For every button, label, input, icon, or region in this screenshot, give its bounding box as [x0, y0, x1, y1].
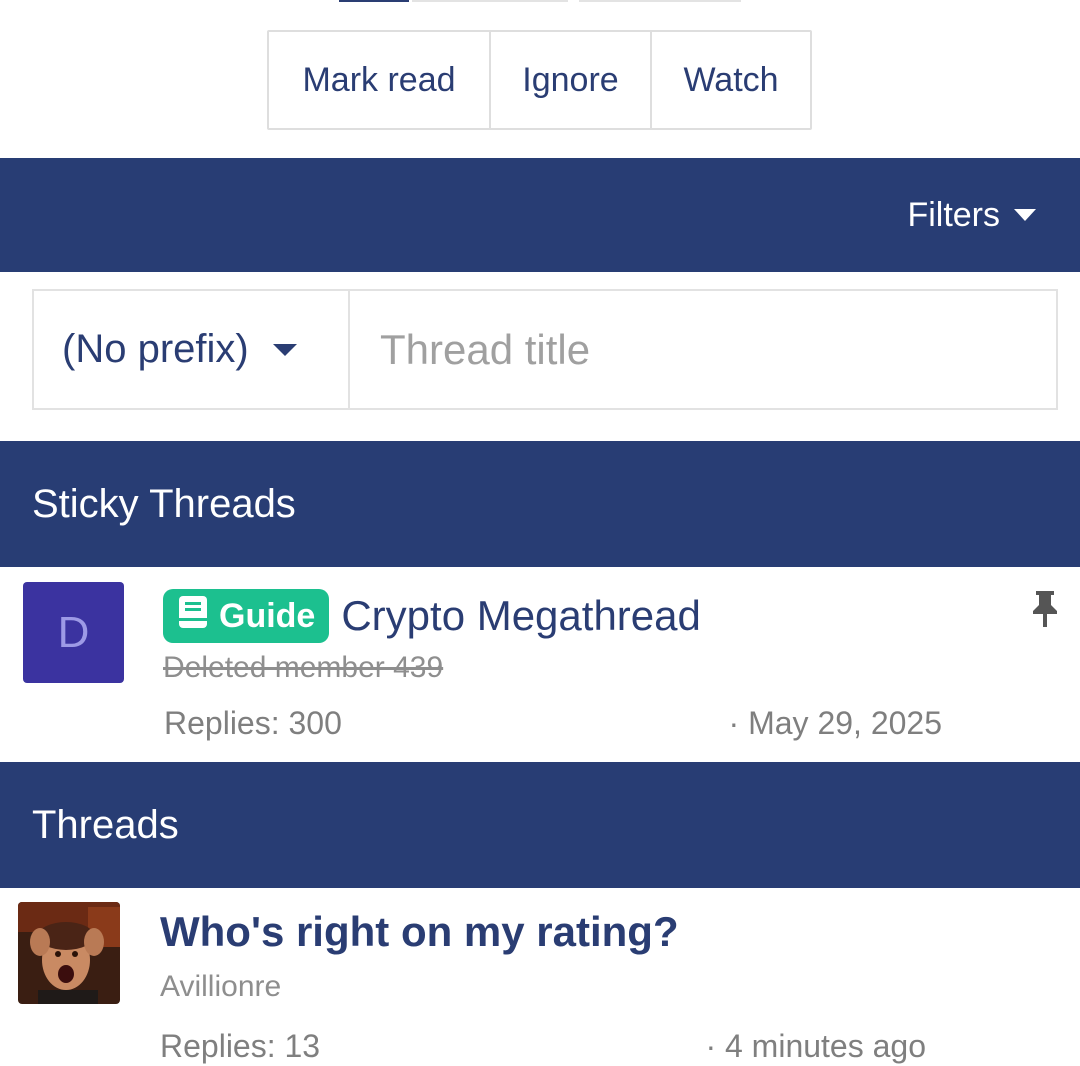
- thread-item: Who's right on my rating? Avillionre Rep…: [0, 888, 1080, 1066]
- reply-count: Replies: 13: [160, 1028, 321, 1064]
- watch-button[interactable]: Watch: [652, 32, 810, 128]
- ignore-button[interactable]: Ignore: [491, 32, 652, 128]
- forum-page: Mark read Ignore Watch Filters (No prefi…: [0, 0, 1080, 1066]
- thread-title-link[interactable]: Crypto Megathread: [341, 592, 701, 640]
- thread-author[interactable]: Deleted member 439: [163, 651, 443, 685]
- sticky-threads-header: Sticky Threads: [0, 441, 1080, 567]
- section-heading: Threads: [32, 802, 179, 847]
- prefix-select-value: (No prefix): [62, 327, 249, 371]
- thread-date[interactable]: · May 29, 2025: [729, 705, 942, 742]
- forum-actions: Mark read Ignore Watch: [267, 30, 812, 130]
- thread-title-line: Guide Crypto Megathread: [163, 589, 701, 643]
- tab-strip: [0, 0, 1080, 4]
- thread-title-link[interactable]: Who's right on my rating?: [160, 908, 679, 956]
- prefix-label: Guide: [219, 596, 316, 635]
- thread-title-line: Who's right on my rating?: [160, 908, 679, 956]
- mark-read-button[interactable]: Mark read: [269, 32, 491, 128]
- tab-indicator[interactable]: [579, 0, 741, 2]
- prefix-select[interactable]: (No prefix): [34, 291, 350, 408]
- pin-icon: [1030, 589, 1060, 634]
- tab-indicator[interactable]: [412, 0, 568, 2]
- filters-label: Filters: [907, 195, 1000, 234]
- guide-prefix-badge[interactable]: Guide: [163, 589, 330, 643]
- tab-indicator-active[interactable]: [339, 0, 409, 2]
- caret-down-icon: [1014, 209, 1036, 221]
- filters-button[interactable]: Filters: [907, 158, 1036, 272]
- avatar[interactable]: D: [23, 582, 124, 683]
- section-heading: Sticky Threads: [32, 481, 296, 526]
- thread-item: D Guide Crypto Megathread Deleted member…: [0, 567, 1080, 762]
- threads-header: Threads: [0, 762, 1080, 888]
- reply-count: Replies: 300: [164, 705, 342, 741]
- filters-bar: Filters: [0, 158, 1080, 272]
- caret-down-icon: [272, 343, 297, 356]
- thread-title-input[interactable]: [350, 291, 1056, 408]
- quick-thread-form: (No prefix): [32, 289, 1058, 410]
- thread-author[interactable]: Avillionre: [160, 970, 281, 1004]
- avatar[interactable]: [18, 902, 120, 1004]
- book-icon: [177, 594, 209, 639]
- thread-date[interactable]: · 4 minutes ago: [705, 1028, 926, 1065]
